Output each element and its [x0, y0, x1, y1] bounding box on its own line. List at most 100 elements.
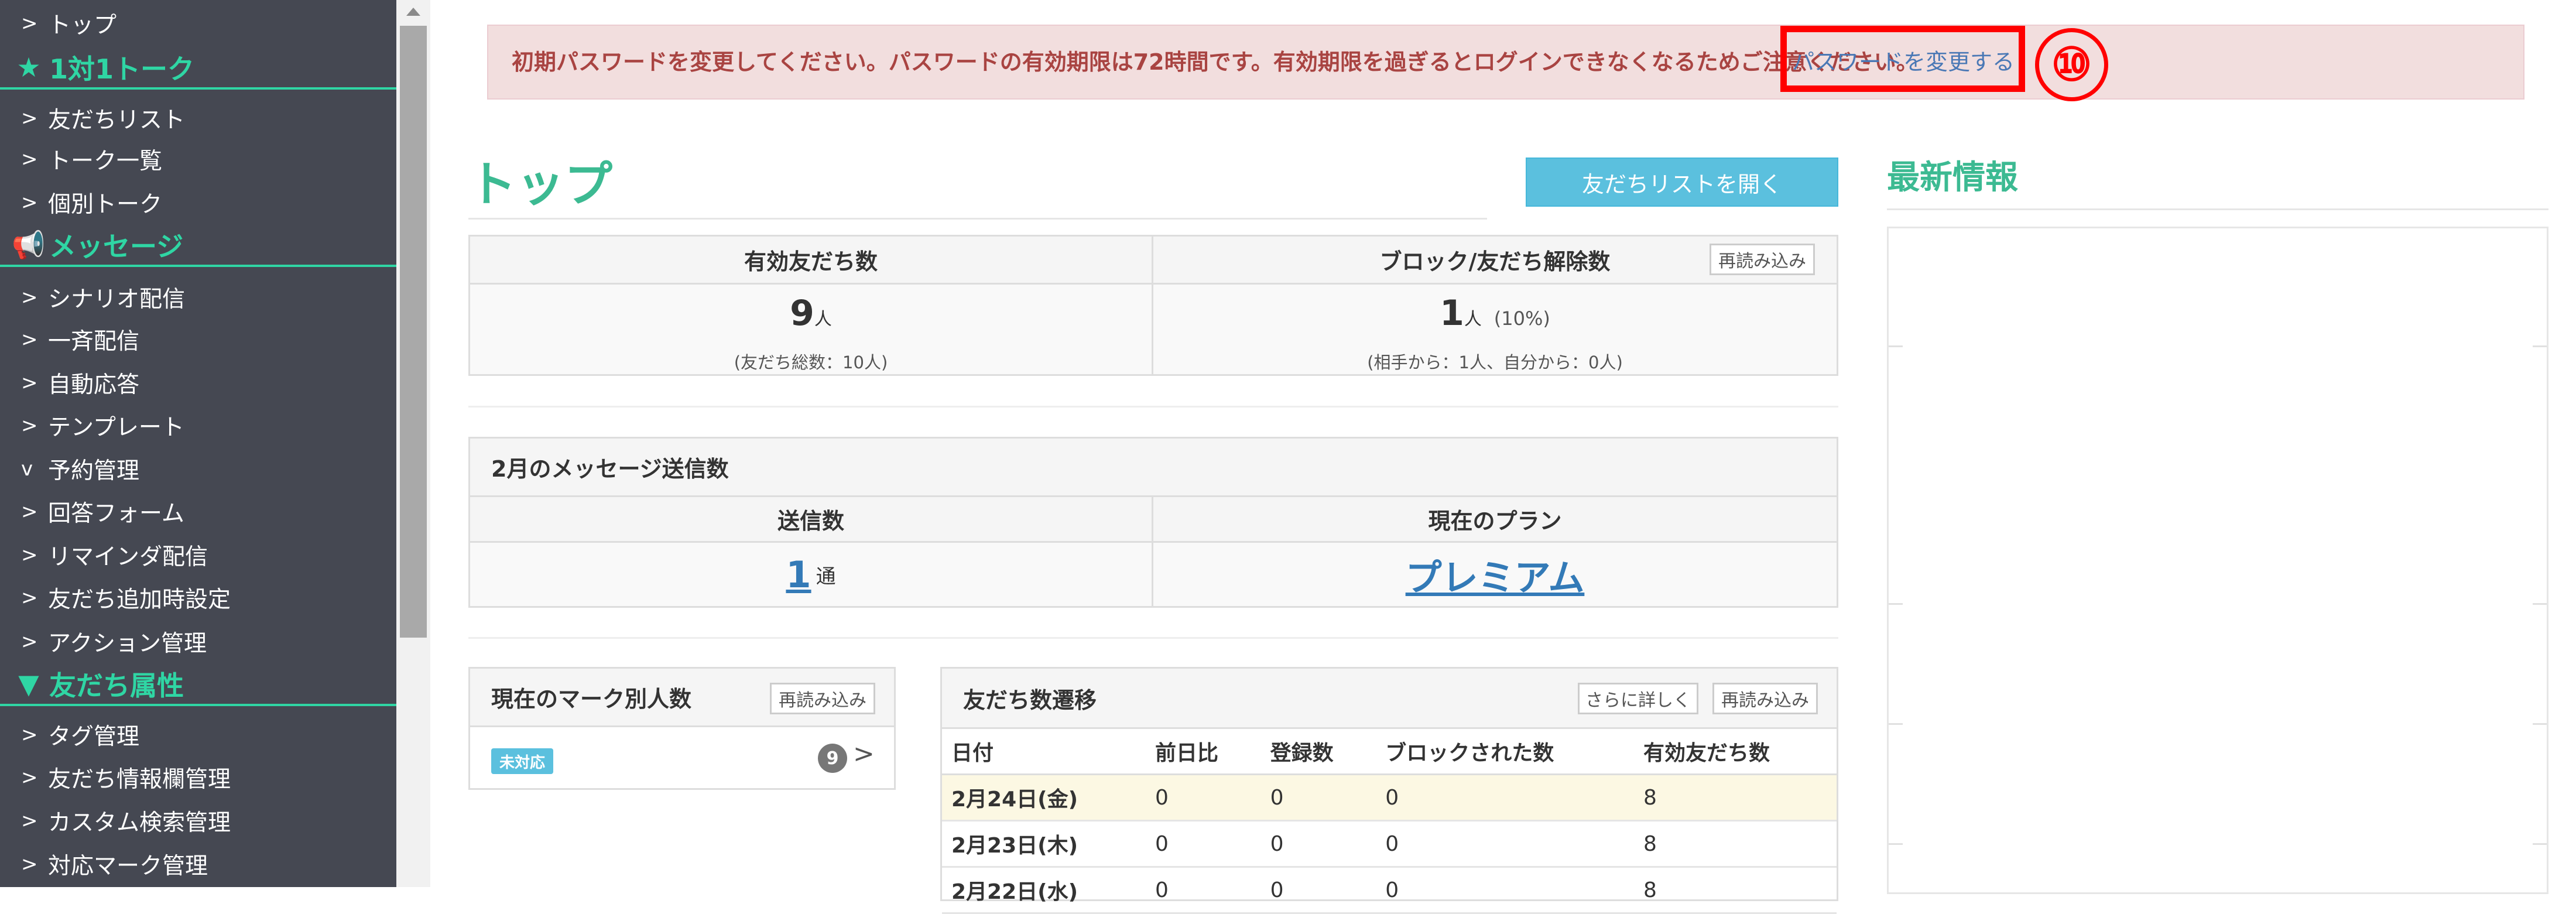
chevron-right-icon: >	[21, 191, 38, 214]
sidebar-section-header: 📢 メッセージ	[0, 225, 396, 267]
divider-tick	[1889, 345, 1903, 347]
table-cell: 8	[1634, 774, 1837, 821]
sent-count-link[interactable]: 1	[786, 553, 811, 596]
sidebar-section-header: ★ 1対1トーク	[0, 47, 396, 90]
sidebar-item[interactable]: > シナリオ配信	[0, 277, 396, 318]
sidebar-item[interactable]: > リマインダ配信	[0, 535, 396, 576]
friend-trend-title: 友だち数遷移	[942, 669, 1837, 727]
more-details-button[interactable]: さらに詳しく	[1578, 683, 1698, 714]
sidebar-item[interactable]: > 一斉配信	[0, 319, 396, 360]
table-cell: 0	[1376, 867, 1635, 914]
password-alert: 初期パスワードを変更してください。パスワードの有効期限は72時間です。有効期限を…	[487, 25, 2524, 100]
chevron-down-icon: v	[21, 457, 33, 481]
message-count-panel: 2月のメッセージ送信数 送信数 1 通 現在のプラン プレミアム	[468, 437, 1838, 608]
chevron-right-icon: >	[21, 328, 38, 351]
column-header: 有効友だち数	[1634, 727, 1837, 775]
chevron-right-icon: >	[21, 809, 38, 833]
sent-count-unit: 通	[816, 564, 836, 588]
table-cell: 8	[1634, 820, 1837, 868]
sidebar-section-label: 1対1トーク	[49, 53, 195, 85]
total-friends-note: (友だち総数：10人)	[734, 352, 888, 372]
mark-row[interactable]: 未対応 9 >	[470, 727, 894, 788]
scroll-up-arrow-icon[interactable]	[396, 0, 430, 23]
table-cell: 0	[1376, 820, 1635, 868]
sidebar-item[interactable]: > テンプレート	[0, 405, 396, 446]
sidebar-item[interactable]: > 自動応答	[0, 362, 396, 403]
friend-trend-panel: 友だち数遷移 さらに詳しく 再読み込み 日付 前日比 登録数 ブロックされた数 有効友だ…	[940, 667, 1838, 914]
column-header: 日付	[942, 727, 1146, 775]
sidebar-item[interactable]: v 予約管理	[0, 449, 396, 489]
sidebar-item-label: 回答フォーム	[48, 501, 184, 527]
sidebar-item[interactable]: > 対応マーク管理	[0, 844, 396, 885]
mark-count-badge: 9	[818, 744, 847, 773]
sidebar-item[interactable]: > 友だちリスト	[0, 98, 396, 139]
sidebar-item-label: 友だち追加時設定	[48, 587, 231, 613]
sidebar-item-label: トーク一覧	[48, 148, 163, 174]
sidebar-item-label: 一斉配信	[48, 328, 140, 355]
valid-friends-unit: 人	[814, 309, 832, 330]
sidebar-section-header: ▼ 友だち属性	[0, 664, 396, 706]
sidebar-item[interactable]: > 友だち追加時設定	[0, 577, 396, 618]
chevron-right-icon: >	[853, 739, 875, 769]
table-cell: 2月24日(金)	[942, 774, 1146, 821]
blocked-reload-button[interactable]: 再読み込み	[1710, 244, 1815, 275]
open-friend-list-button[interactable]: 友だちリストを開く	[1526, 158, 1838, 207]
title-divider	[468, 218, 1487, 220]
sidebar-item[interactable]: > 友だち情報欄管理	[0, 757, 396, 798]
table-cell: 2月22日(水)	[942, 867, 1146, 914]
alert-message: 初期パスワードを変更してください。パスワードの有効期限は72時間です。有効期限を…	[512, 49, 1919, 75]
sidebar-item-label: シナリオ配信	[48, 286, 186, 313]
sidebar-item-label: トップ	[48, 12, 117, 39]
sent-count-label: 送信数	[470, 497, 1152, 543]
sidebar-item-label: タグ管理	[48, 724, 140, 750]
mark-reload-button[interactable]: 再読み込み	[770, 683, 875, 714]
table-row: 2月22日(水) 0 0 0 8	[942, 867, 1837, 914]
section-divider	[468, 637, 1838, 639]
column-header: 前日比	[1145, 727, 1261, 775]
column-header: 登録数	[1260, 727, 1376, 775]
mark-count-panel: 現在のマーク別人数 再読み込み 未対応 9 >	[468, 667, 896, 790]
sidebar-item[interactable]: > カスタム検索管理	[0, 800, 396, 841]
sidebar-item-label: テンプレート	[48, 415, 184, 441]
latest-info-box	[1887, 227, 2548, 894]
table-cell: 2月23日(木)	[942, 820, 1146, 868]
column-header: ブロックされた数	[1376, 727, 1635, 775]
change-password-link[interactable]: パスワードを変更する	[1792, 26, 2015, 98]
sidebar-item[interactable]: > 個別トーク	[0, 182, 396, 223]
chevron-right-icon: >	[21, 371, 38, 395]
table-cell: 0	[1145, 774, 1261, 821]
sidebar-item[interactable]: > タグ管理	[0, 714, 396, 755]
sidebar-item-label: 予約管理	[48, 458, 140, 484]
current-plan-link[interactable]: プレミアム	[1406, 548, 1585, 601]
blocked-count: 1人 (10%)	[1153, 293, 1837, 334]
scrollbar[interactable]	[396, 0, 430, 887]
blocked-cell: ブロック/友だち解除数 再読み込み 1人 (10%) (相手から：1人、自分から…	[1153, 237, 1837, 374]
blocked-percent: (10%)	[1493, 307, 1550, 330]
table-cell: 0	[1145, 820, 1261, 868]
friend-trend-table: 日付 前日比 登録数 ブロックされた数 有効友だち数 2月24日(金) 0 0 0 8 2月23日…	[942, 727, 1837, 914]
sidebar-item[interactable]: > トーク一覧	[0, 139, 396, 180]
sidebar-item[interactable]: > アクション管理	[0, 621, 396, 662]
table-cell: 0	[1376, 774, 1635, 821]
chevron-right-icon: >	[21, 414, 38, 437]
table-body: 2月24日(金) 0 0 0 8 2月23日(木) 0 0 0 8 2月22日(水) 0 0 0 8	[942, 774, 1837, 914]
table-row: 2月23日(木) 0 0 0 8	[942, 820, 1837, 868]
sidebar-item-label: 対応マーク管理	[48, 853, 208, 879]
table-cell: 8	[1634, 867, 1837, 914]
sidebar: > トップ ★ 1対1トーク > 友だちリスト > トーク一覧 > 個別トーク 📢 メッセージ > シナリ…	[0, 0, 396, 887]
sidebar-item[interactable]: > トップ	[0, 3, 396, 44]
divider-tick	[1889, 723, 1903, 725]
step-number-badge: ⑩	[2035, 28, 2108, 101]
filter-icon: ▼	[18, 668, 39, 700]
chevron-right-icon: >	[21, 766, 38, 789]
blocked-unit: 人	[1464, 309, 1482, 330]
sidebar-item[interactable]: > 回答フォーム	[0, 491, 396, 532]
scrollbar-thumb[interactable]	[400, 26, 427, 638]
trend-reload-button[interactable]: 再読み込み	[1712, 683, 1818, 714]
sidebar-item-label: カスタム検索管理	[48, 810, 231, 836]
divider-tick	[2533, 345, 2547, 347]
sidebar-item-label: 個別トーク	[48, 191, 163, 218]
chevron-right-icon: >	[21, 286, 38, 309]
latest-info-title: 最新情報	[1887, 159, 2018, 197]
unhandled-mark-label: 未対応	[491, 748, 554, 774]
